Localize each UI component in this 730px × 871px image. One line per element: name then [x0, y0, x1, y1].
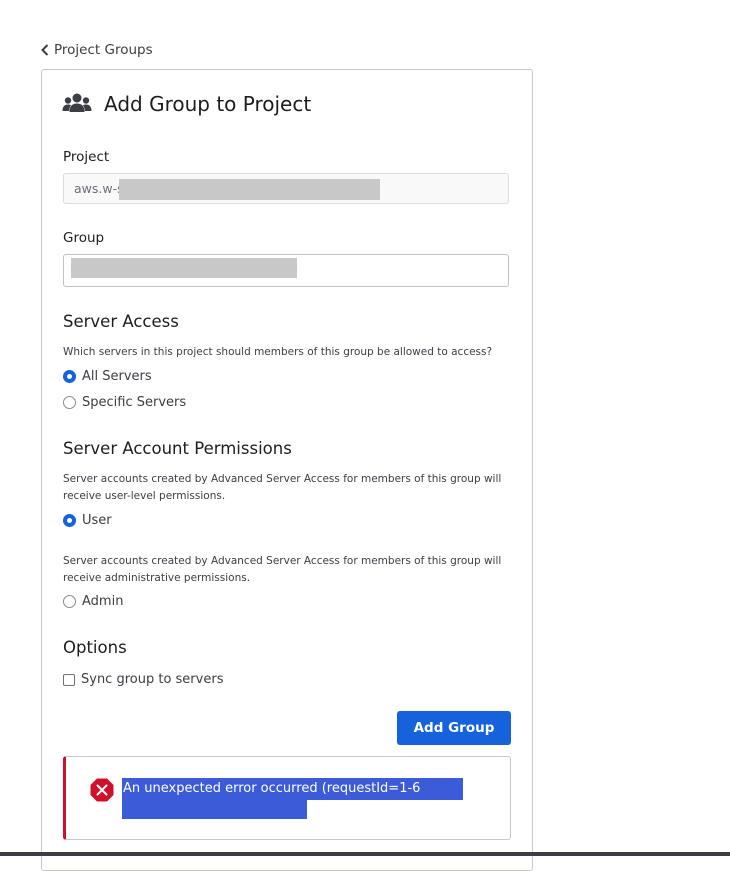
permissions-heading: Server Account Permissions — [63, 439, 292, 458]
radio-user[interactable]: User — [63, 513, 112, 528]
admin-permissions-help: Server accounts created by Advanced Serv… — [63, 555, 502, 584]
user-permissions-help: Server accounts created by Advanced Serv… — [63, 473, 502, 502]
radio-all-servers[interactable]: All Servers — [63, 369, 152, 384]
page-header: Add Group to Project — [62, 92, 311, 116]
options-heading: Options — [63, 638, 127, 657]
add-group-button[interactable]: Add Group — [397, 711, 511, 745]
radio-specific-servers[interactable]: Specific Servers — [63, 395, 186, 410]
radio-all-servers-label: All Servers — [82, 369, 152, 384]
sync-group-label: Sync group to servers — [81, 672, 224, 687]
redacted-group-name — [71, 258, 297, 278]
users-group-icon — [62, 93, 92, 112]
sync-group-checkbox-box[interactable] — [63, 673, 75, 686]
group-label: Group — [63, 230, 105, 246]
server-access-help: Which servers in this project should mem… — [63, 346, 493, 358]
radio-admin[interactable]: Admin — [63, 594, 123, 609]
sync-group-checkbox[interactable]: Sync group to servers — [63, 672, 223, 687]
radio-admin-indicator[interactable] — [63, 595, 76, 608]
error-message: An unexpected error occurred (requestId=… — [122, 778, 463, 800]
back-link-project-groups[interactable]: Project Groups — [40, 42, 153, 58]
error-x-icon — [90, 778, 114, 802]
radio-specific-servers-label: Specific Servers — [82, 395, 187, 410]
radio-user-indicator[interactable] — [63, 514, 76, 527]
redacted-project-name — [119, 179, 380, 200]
radio-all-servers-indicator[interactable] — [63, 370, 76, 383]
project-field-value: aws.w-s — [74, 181, 124, 196]
radio-admin-label: Admin — [82, 594, 124, 609]
window-bottom-edge — [0, 852, 730, 856]
radio-specific-servers-indicator[interactable] — [63, 396, 76, 409]
error-message-selection — [122, 799, 307, 819]
radio-user-label: User — [82, 513, 112, 528]
back-link-label: Project Groups — [54, 42, 153, 58]
server-access-heading: Server Access — [63, 312, 179, 331]
page-title: Add Group to Project — [104, 92, 312, 116]
add-group-card: Add Group to Project Project aws.w-s Gro… — [41, 69, 533, 871]
chevron-left-icon — [41, 44, 49, 56]
project-label: Project — [63, 149, 110, 165]
error-alert: An unexpected error occurred (requestId=… — [63, 756, 511, 840]
